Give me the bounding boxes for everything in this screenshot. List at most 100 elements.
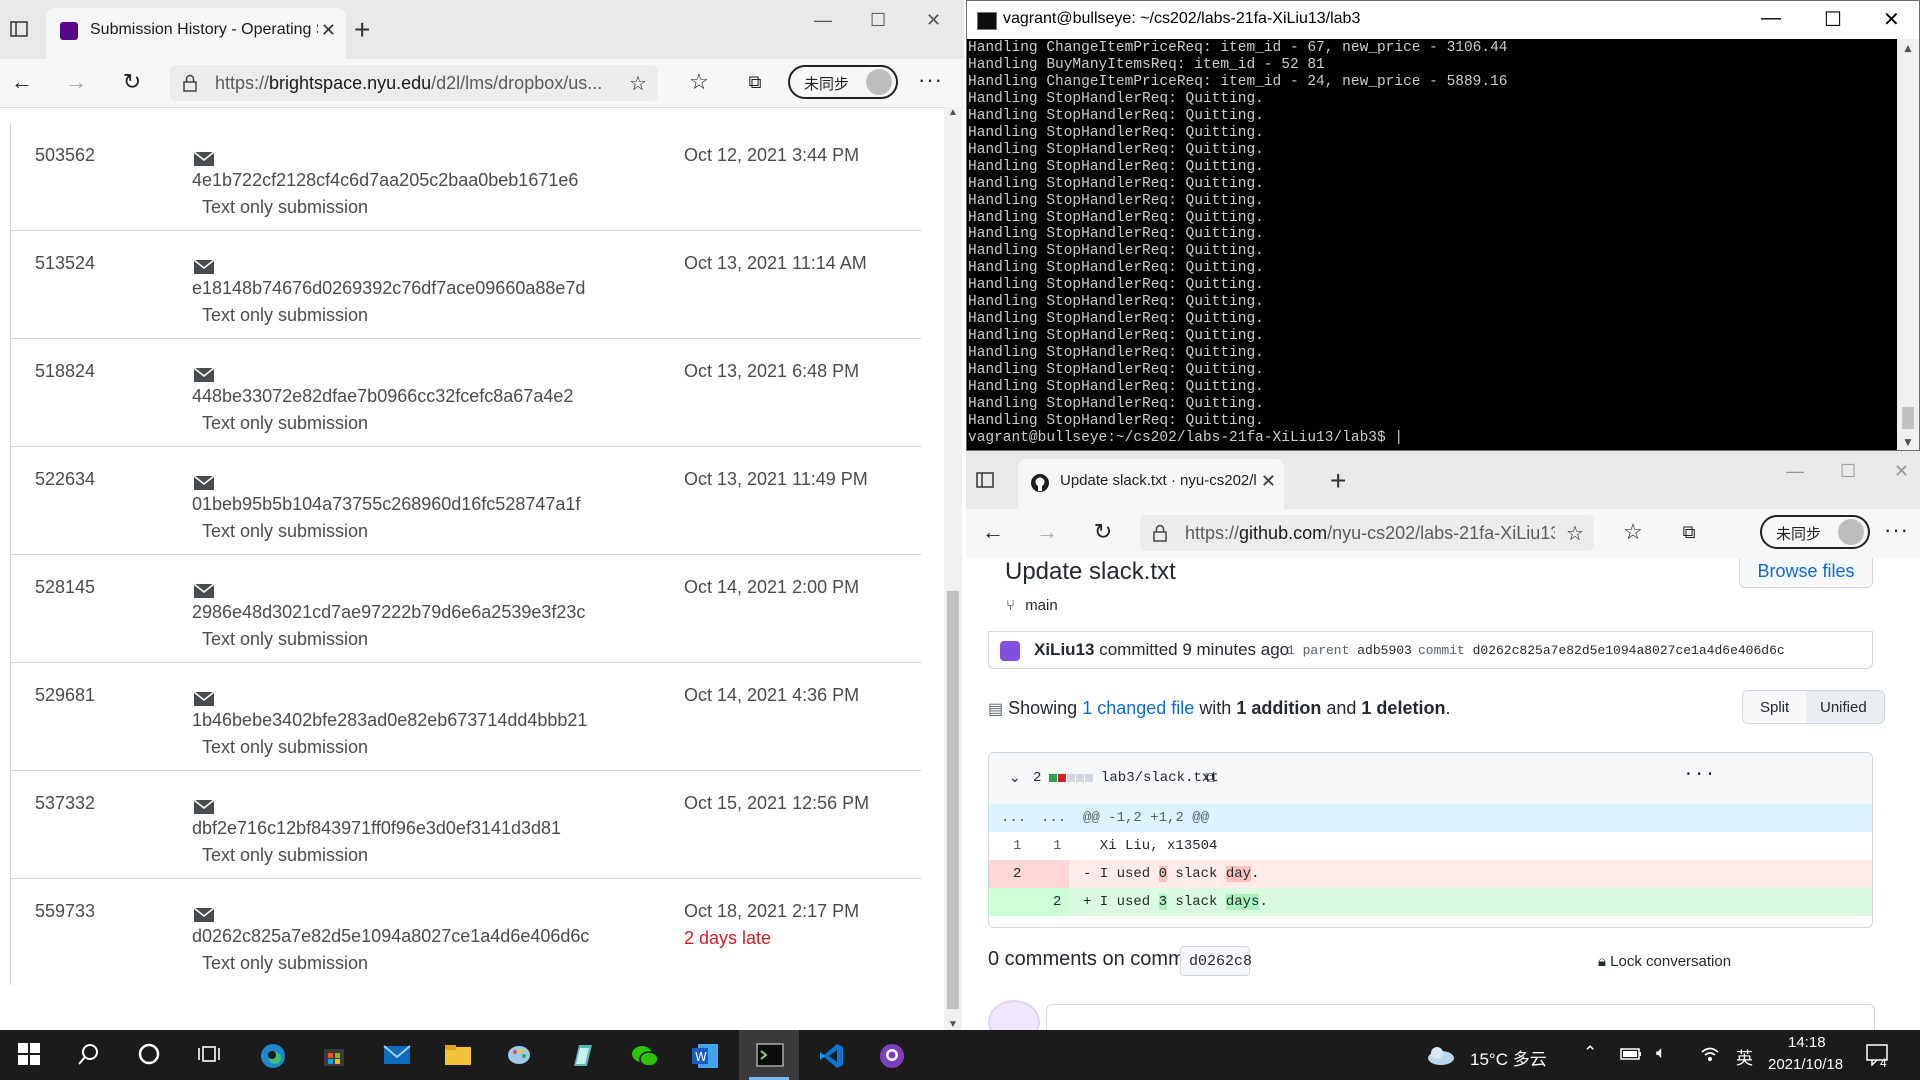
edge-icon[interactable]: [259, 1042, 285, 1068]
terminal-output[interactable]: Handling ChangeItemPriceReq: item_id - 6…: [967, 39, 1898, 450]
submission-text-link[interactable]: 448be33072e82dfae7b0966cc32fcefc8a67a4e2: [192, 386, 573, 407]
tab-update-slack[interactable]: Update slack.txt · nyu-cs202/labs ✕: [1018, 459, 1284, 510]
terminal-app-icon[interactable]: [756, 1042, 784, 1068]
expand-down-icon[interactable]: ...: [1041, 810, 1066, 826]
store-icon[interactable]: [321, 1042, 347, 1068]
comment-sha-badge[interactable]: d0262c8: [1180, 946, 1252, 976]
back-icon[interactable]: ←: [980, 519, 1006, 545]
scroll-down-icon[interactable]: ▼: [948, 1019, 958, 1030]
word-icon[interactable]: W: [691, 1042, 718, 1068]
close-window-icon[interactable]: ✕: [926, 10, 941, 31]
submission-text-link[interactable]: 4e1b722cf2128cf4c6d7aa205c2baa0beb1671e6: [192, 170, 578, 191]
submission-date: Oct 15, 2021 12:56 PM: [684, 793, 870, 813]
wechat-icon[interactable]: [630, 1042, 659, 1068]
back-icon[interactable]: ←: [9, 69, 35, 95]
paint-icon[interactable]: [506, 1042, 532, 1068]
submission-date: Oct 13, 2021 6:48 PM: [684, 361, 860, 381]
scroll-up-icon[interactable]: ▲: [948, 107, 958, 118]
close-tab-icon[interactable]: ✕: [321, 20, 336, 41]
close-tab-icon[interactable]: ✕: [1261, 471, 1276, 492]
author-avatar[interactable]: [1000, 641, 1020, 661]
refresh-icon[interactable]: ↻: [1090, 519, 1116, 545]
tab-actions-icon[interactable]: [974, 469, 996, 491]
favorites-icon[interactable]: ☆: [686, 69, 712, 95]
new-line-number[interactable]: 1: [1053, 838, 1061, 854]
show-hidden-icons-icon[interactable]: ⌃: [1583, 1043, 1597, 1063]
minimize-icon[interactable]: —: [814, 10, 832, 31]
terminal-scrollbar[interactable]: ▲ ▼: [1897, 39, 1919, 450]
browse-files-button[interactable]: Browse files: [1739, 558, 1873, 588]
maximize-icon[interactable]: ☐: [1840, 461, 1856, 482]
scrollbar-thumb[interactable]: [947, 591, 959, 1009]
clock-time[interactable]: 14:18: [1788, 1034, 1826, 1051]
submission-text-link[interactable]: dbf2e716c12bf843971ff0f96e3d0ef3141d3d81: [192, 818, 561, 839]
input-method-indicator[interactable]: 英: [1736, 1044, 1753, 1069]
search-icon[interactable]: [77, 1042, 103, 1068]
submission-text-link[interactable]: 2986e48d3021cd7ae97222b79d6e6a2539e3f23c: [192, 602, 585, 623]
comment-box[interactable]: [1046, 1004, 1875, 1030]
file-explorer-icon[interactable]: [444, 1042, 471, 1068]
forward-icon[interactable]: →: [63, 69, 89, 95]
minimize-icon[interactable]: —: [1786, 461, 1804, 482]
new-tab-icon[interactable]: +: [1330, 465, 1346, 497]
old-line-number[interactable]: 1: [1013, 838, 1021, 854]
address-bar[interactable]: https://github.com/nyu-cs202/labs-21fa-X…: [1140, 515, 1594, 551]
favorites-icon[interactable]: ☆: [1620, 519, 1646, 545]
add-favorite-icon[interactable]: ☆: [1562, 520, 1588, 546]
address-bar[interactable]: https://brightspace.nyu.edu/d2l/lms/drop…: [170, 65, 658, 101]
notes-app-icon[interactable]: [568, 1042, 594, 1068]
collapse-chevron-icon[interactable]: ⌄: [1009, 770, 1021, 786]
refresh-icon[interactable]: ↻: [119, 69, 145, 95]
parent-sha-link[interactable]: adb5903: [1357, 643, 1412, 658]
old-line-number[interactable]: 2: [1013, 866, 1021, 882]
page-scrollbar[interactable]: ▲ ▼: [944, 107, 962, 1030]
tab-actions-icon[interactable]: [8, 18, 30, 40]
profile-label: 未同步: [1776, 526, 1822, 543]
submission-text-link[interactable]: e18148b74676d0269392c76df7ace09660a88e7d: [192, 278, 585, 299]
copy-path-icon[interactable]: ⧉: [1205, 770, 1215, 786]
split-button[interactable]: Split: [1760, 699, 1789, 716]
weather-text[interactable]: 15°C 多云: [1470, 1045, 1547, 1070]
weather-icon[interactable]: [1426, 1044, 1456, 1066]
submission-text-link[interactable]: d0262c825a7e82d5e1094a8027ce1a4d6e406d6c: [192, 926, 589, 947]
diff-file-name[interactable]: lab3/slack.txt: [1101, 770, 1219, 786]
battery-icon[interactable]: [1620, 1046, 1642, 1062]
windows-start-icon[interactable]: [17, 1042, 43, 1068]
close-window-icon[interactable]: ✕: [1894, 461, 1909, 482]
submission-type: Text only submission: [202, 629, 369, 649]
github-desktop-icon[interactable]: [878, 1042, 904, 1068]
profile-button[interactable]: 未同步: [788, 65, 898, 99]
add-favorite-icon[interactable]: ☆: [625, 70, 651, 96]
more-icon[interactable]: ···: [1884, 517, 1909, 543]
submission-text-link[interactable]: 01beb95b5b104a73755c268960d16fc528747a1f: [192, 494, 580, 515]
minimize-icon[interactable]: —: [1761, 7, 1781, 30]
maximize-icon[interactable]: ☐: [1824, 7, 1842, 32]
clock-date[interactable]: 2021/10/18: [1768, 1056, 1843, 1073]
scrollbar-thumb[interactable]: [1902, 407, 1914, 429]
author-link[interactable]: XiLiu13: [1034, 640, 1094, 659]
cortana-icon[interactable]: [137, 1042, 163, 1068]
more-icon[interactable]: ···: [918, 67, 943, 93]
unified-button[interactable]: Unified: [1820, 699, 1867, 716]
close-window-icon[interactable]: ✕: [1883, 7, 1900, 32]
vscode-icon[interactable]: [817, 1042, 843, 1068]
maximize-icon[interactable]: ☐: [870, 10, 886, 31]
submission-text-link[interactable]: 1b46bebe3402bfe283ad0e82eb673714dd4bbb21: [192, 710, 587, 731]
file-options-icon[interactable]: ···: [1683, 765, 1715, 785]
changed-files-link[interactable]: 1 changed file: [1082, 698, 1194, 718]
wifi-icon[interactable]: [1700, 1045, 1720, 1063]
profile-button[interactable]: 未同步: [1760, 515, 1870, 549]
volume-icon[interactable]: 🔈︎: [1656, 1043, 1666, 1063]
forward-icon[interactable]: →: [1034, 519, 1060, 545]
new-line-number[interactable]: 2: [1053, 894, 1061, 910]
task-view-icon[interactable]: [197, 1042, 223, 1068]
mail-icon[interactable]: [383, 1042, 411, 1068]
tab-submission-history[interactable]: Submission History - Operating S ✕: [46, 8, 346, 59]
lock-conversation-button[interactable]: 🔒︎ Lock conversation: [1598, 952, 1731, 970]
expand-up-icon[interactable]: ...: [1001, 810, 1026, 826]
collections-icon[interactable]: ⧉: [742, 69, 768, 95]
scroll-down-icon[interactable]: ▼: [1902, 435, 1914, 449]
new-tab-icon[interactable]: +: [354, 14, 370, 46]
collections-icon[interactable]: ⧉: [1676, 519, 1702, 545]
scroll-up-icon[interactable]: ▲: [1902, 41, 1914, 55]
